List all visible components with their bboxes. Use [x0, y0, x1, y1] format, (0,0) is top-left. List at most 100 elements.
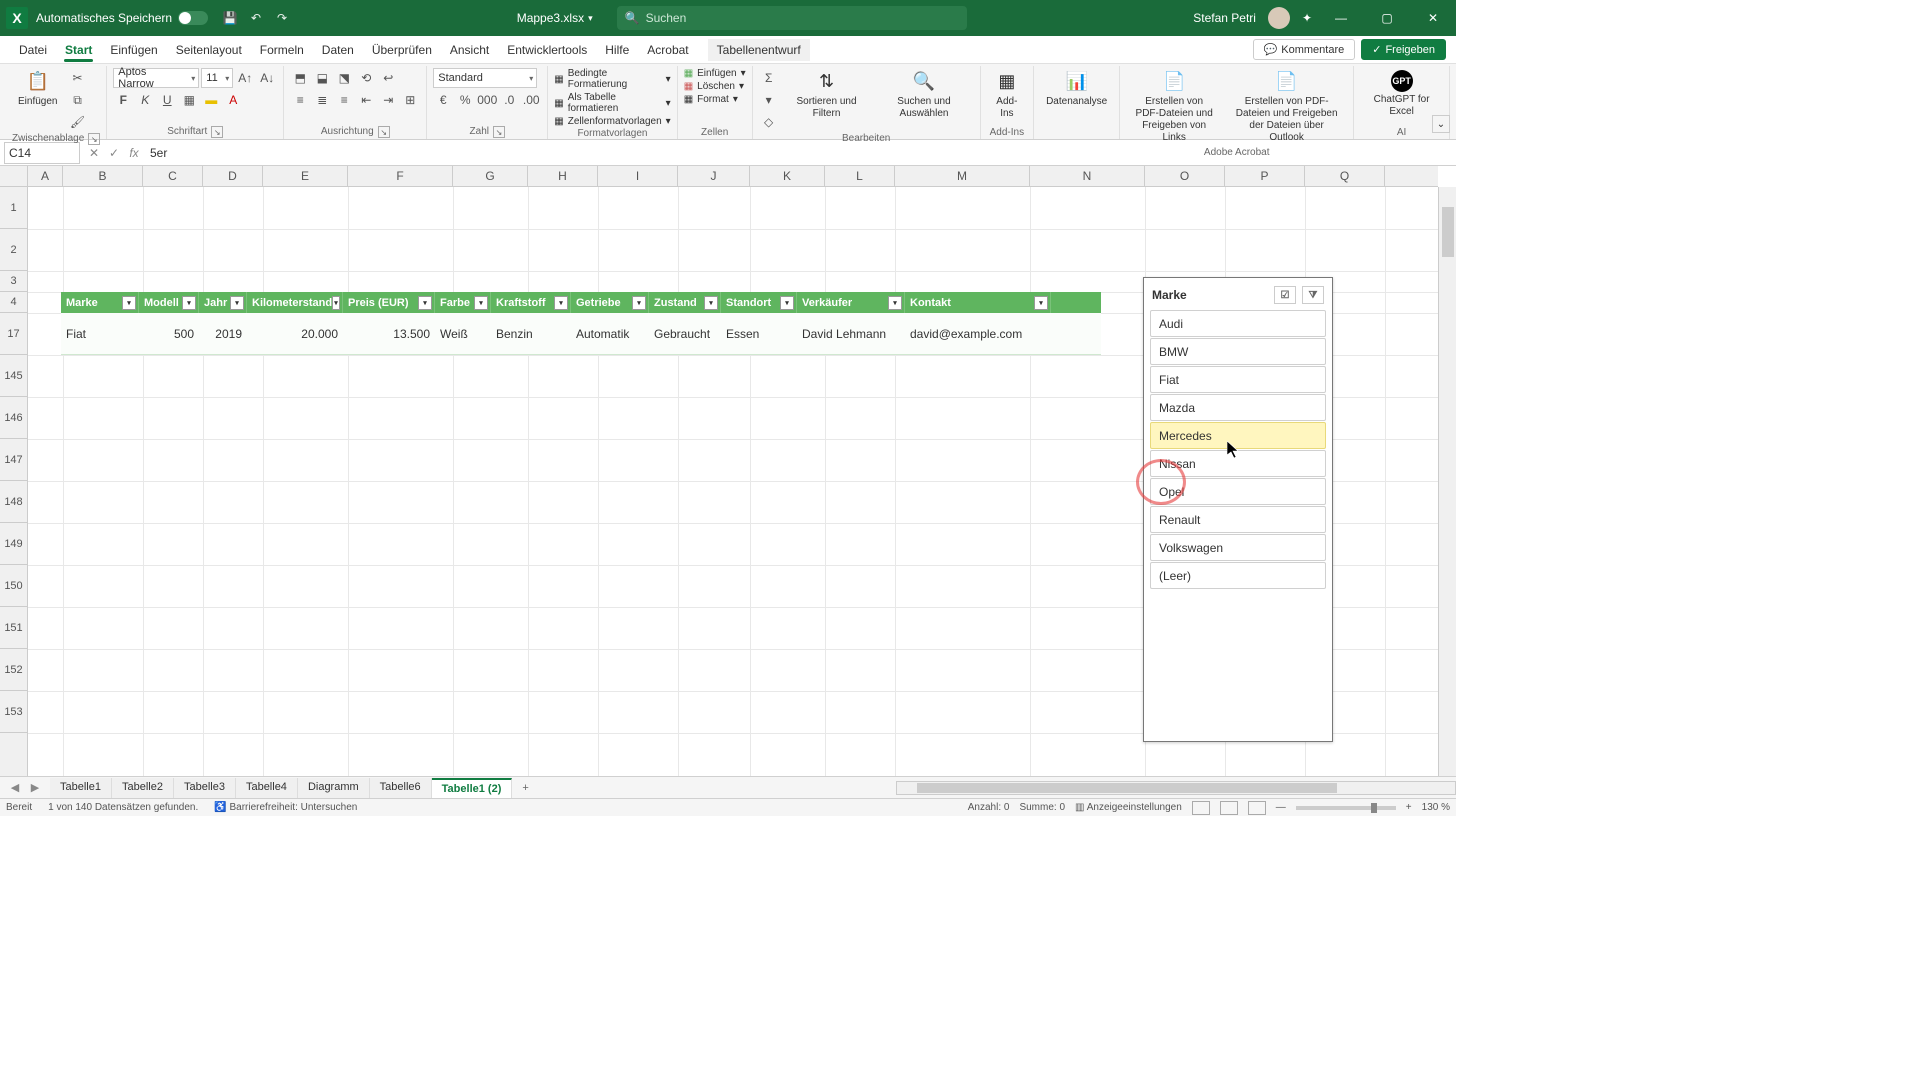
filter-dropdown-icon[interactable]: ▾ [1034, 296, 1048, 310]
table-header[interactable]: Kontakt▾ [905, 292, 1051, 313]
column-header[interactable]: A [28, 166, 63, 186]
table-cell[interactable]: 20.000 [247, 313, 343, 354]
row-header[interactable]: 148 [0, 481, 27, 523]
table-header[interactable]: Kilometerstand▾ [247, 292, 343, 313]
row-header[interactable]: 150 [0, 565, 27, 607]
collapse-ribbon-icon[interactable]: ⌄ [1432, 115, 1450, 133]
slicer-item[interactable]: Fiat [1150, 366, 1326, 393]
column-header[interactable]: C [143, 166, 203, 186]
increase-font-icon[interactable]: A↑ [235, 68, 255, 88]
format-as-table-button[interactable]: ▦Als Tabelle formatieren ▾ [554, 92, 670, 114]
decrease-font-icon[interactable]: A↓ [257, 68, 277, 88]
font-name-combo[interactable]: Aptos Narrow [113, 68, 199, 88]
table-header[interactable]: Standort▾ [721, 292, 797, 313]
multi-select-icon[interactable]: ☑ [1274, 286, 1296, 304]
autosum-icon[interactable]: Σ [759, 68, 779, 88]
delete-cells-button[interactable]: ▦Löschen ▾ [684, 81, 746, 92]
column-header[interactable]: Q [1305, 166, 1385, 186]
slicer-item[interactable]: (Leer) [1150, 562, 1326, 589]
column-header[interactable]: K [750, 166, 825, 186]
save-icon[interactable]: 💾 [222, 10, 238, 26]
vertical-scrollbar[interactable] [1438, 187, 1456, 776]
table-cell[interactable]: Weiß [435, 313, 491, 354]
table-cell[interactable]: Automatik [571, 313, 649, 354]
table-header[interactable]: Jahr▾ [199, 292, 247, 313]
dialog-launcher-icon[interactable]: ↘ [88, 133, 100, 145]
horizontal-scrollbar[interactable] [896, 781, 1456, 795]
bold-icon[interactable]: F [113, 90, 133, 110]
table-header[interactable]: Preis (EUR)▾ [343, 292, 435, 313]
comma-icon[interactable]: 000 [477, 90, 497, 110]
sheet-tab[interactable]: Tabelle1 [50, 778, 112, 798]
tab-einfügen[interactable]: Einfügen [101, 39, 166, 61]
filter-dropdown-icon[interactable]: ▾ [554, 296, 568, 310]
increase-indent-icon[interactable]: ⇥ [378, 90, 398, 110]
zoom-slider[interactable] [1296, 806, 1396, 810]
clear-filter-icon[interactable]: ⧩ [1302, 286, 1324, 304]
share-button[interactable]: ✓ Freigeben [1361, 39, 1446, 60]
italic-icon[interactable]: K [135, 90, 155, 110]
filter-dropdown-icon[interactable]: ▾ [632, 296, 646, 310]
cut-icon[interactable]: ✂ [67, 68, 87, 88]
column-header[interactable]: H [528, 166, 598, 186]
tab-formeln[interactable]: Formeln [251, 39, 313, 61]
slicer-item[interactable]: Nissan [1150, 450, 1326, 477]
sheet-tab[interactable]: Tabelle4 [236, 778, 298, 798]
select-all-corner[interactable] [0, 166, 28, 187]
conditional-formatting-button[interactable]: ▦Bedingte Formatierung ▾ [554, 68, 670, 90]
chatgpt-button[interactable]: GPTChatGPT for Excel [1360, 68, 1443, 120]
align-center-icon[interactable]: ≣ [312, 90, 332, 110]
tab-contextual[interactable]: Tabellenentwurf [708, 39, 810, 61]
table-cell[interactable]: Fiat [61, 313, 139, 354]
add-sheet-button[interactable]: + [512, 779, 538, 797]
sheet-tab[interactable]: Tabelle1 (2) [432, 778, 513, 798]
row-header[interactable]: 152 [0, 649, 27, 691]
username[interactable]: Stefan Petri [1193, 11, 1256, 25]
sheet-tab[interactable]: Diagramm [298, 778, 370, 798]
table-cell[interactable]: Benzin [491, 313, 571, 354]
dialog-launcher-icon[interactable]: ↘ [378, 126, 390, 138]
column-headers[interactable]: ABCDEFGHIJKLMNOPQ [28, 166, 1438, 187]
redo-icon[interactable]: ↷ [274, 10, 290, 26]
filter-dropdown-icon[interactable]: ▾ [704, 296, 718, 310]
enter-formula-icon[interactable]: ✓ [104, 143, 124, 163]
column-header[interactable]: N [1030, 166, 1145, 186]
orientation-icon[interactable]: ⟲ [356, 68, 376, 88]
row-header[interactable]: 146 [0, 397, 27, 439]
filename[interactable]: Mappe3.xlsx ▾ [517, 11, 593, 25]
fill-color-icon[interactable]: ▬ [201, 90, 221, 110]
underline-icon[interactable]: U [157, 90, 177, 110]
row-header[interactable]: 147 [0, 439, 27, 481]
table-cell[interactable]: Gebraucht [649, 313, 721, 354]
row-header[interactable]: 1 [0, 187, 27, 229]
column-header[interactable]: B [63, 166, 143, 186]
table-row[interactable]: Fiat500201920.00013.500WeißBenzinAutomat… [61, 313, 1101, 355]
undo-icon[interactable]: ↶ [248, 10, 264, 26]
table-header[interactable]: Kraftstoff▾ [491, 292, 571, 313]
dialog-launcher-icon[interactable]: ↘ [211, 126, 223, 138]
minimize-icon[interactable]: — [1324, 3, 1358, 33]
row-header[interactable]: 4 [0, 292, 27, 313]
copy-icon[interactable]: ⧉ [67, 90, 87, 110]
row-header[interactable]: 153 [0, 691, 27, 733]
row-headers[interactable]: 123417145146147148149150151152153 [0, 187, 28, 780]
paste-button[interactable]: 📋 Einfügen [12, 68, 63, 110]
tab-entwicklertools[interactable]: Entwicklertools [498, 39, 596, 61]
column-header[interactable]: P [1225, 166, 1305, 186]
font-color-icon[interactable]: A [223, 90, 243, 110]
autosave-toggle[interactable] [178, 11, 208, 25]
column-header[interactable]: I [598, 166, 678, 186]
decrease-indent-icon[interactable]: ⇤ [356, 90, 376, 110]
percent-icon[interactable]: % [455, 90, 475, 110]
clear-icon[interactable]: ◇ [759, 112, 779, 132]
avatar[interactable] [1268, 7, 1290, 29]
table-cell[interactable]: David Lehmann [797, 313, 905, 354]
filter-dropdown-icon[interactable]: ▾ [474, 296, 488, 310]
sheet-tab[interactable]: Tabelle3 [174, 778, 236, 798]
next-sheet-icon[interactable]: ▶ [26, 779, 44, 797]
tab-hilfe[interactable]: Hilfe [596, 39, 638, 61]
merge-icon[interactable]: ⊞ [400, 90, 420, 110]
maximize-icon[interactable]: ▢ [1370, 3, 1404, 33]
filter-dropdown-icon[interactable]: ▾ [182, 296, 196, 310]
column-header[interactable]: E [263, 166, 348, 186]
